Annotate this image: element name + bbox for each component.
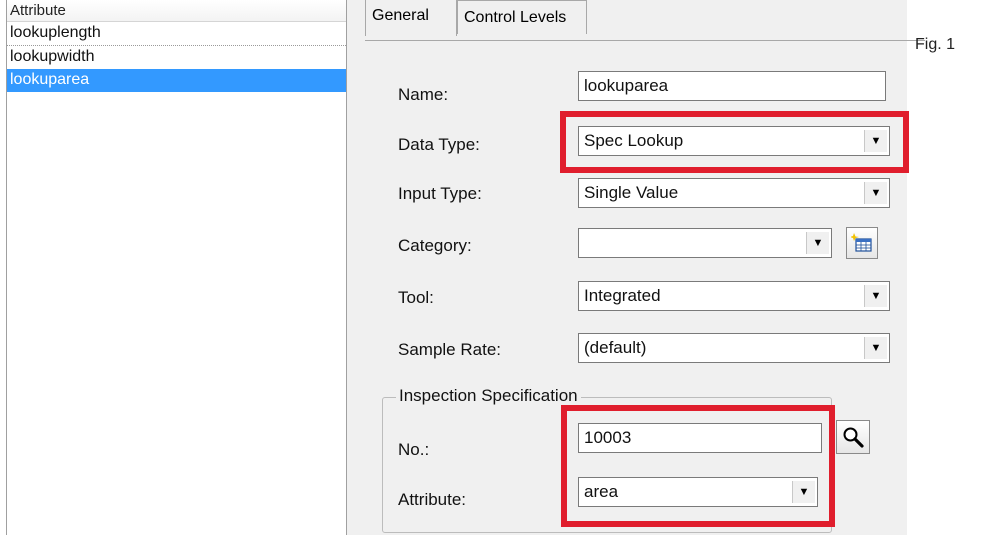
name-field[interactable]: lookuparea	[578, 71, 886, 101]
data-type-highlight	[560, 111, 909, 173]
chevron-down-icon[interactable]: ▼	[864, 182, 887, 204]
search-spec-button[interactable]	[836, 420, 870, 454]
input-type-select[interactable]: Single Value ▼	[578, 178, 890, 208]
list-item-lookupwidth[interactable]: lookupwidth	[7, 46, 346, 69]
new-category-button[interactable]	[846, 227, 878, 259]
spec-attribute-label: Attribute:	[398, 490, 467, 509]
new-table-icon	[851, 233, 872, 252]
category-select[interactable]: ▼	[578, 228, 832, 258]
search-icon	[843, 427, 864, 448]
data-type-label: Data Type:	[398, 135, 480, 154]
figure-label: Fig. 1	[915, 36, 956, 53]
inspection-specification-title: Inspection Specification	[396, 386, 581, 406]
input-type-value: Single Value	[584, 183, 679, 202]
category-label: Category:	[398, 236, 472, 255]
tool-select[interactable]: Integrated ▼	[578, 281, 890, 311]
spec-no-label: No.:	[398, 440, 430, 459]
sample-rate-label: Sample Rate:	[398, 340, 501, 359]
sample-rate-select[interactable]: (default) ▼	[578, 333, 890, 363]
tab-divider	[365, 40, 925, 41]
name-value: lookuparea	[584, 76, 669, 95]
tab-general[interactable]: General	[365, 0, 457, 36]
chevron-down-icon[interactable]: ▼	[864, 285, 887, 307]
tool-label: Tool:	[398, 288, 434, 307]
attribute-list: Attribute lookuplength lookupwidth looku…	[6, 0, 347, 535]
name-label: Name:	[398, 85, 449, 104]
tab-control-levels[interactable]: Control Levels	[457, 0, 587, 34]
input-type-label: Input Type:	[398, 184, 482, 203]
list-item-lookuparea[interactable]: lookuparea	[7, 69, 346, 92]
attribute-column-header[interactable]: Attribute	[7, 0, 346, 22]
chevron-down-icon[interactable]: ▼	[806, 232, 829, 254]
chevron-down-icon[interactable]: ▼	[864, 337, 887, 359]
spec-highlight	[561, 405, 835, 527]
list-item-lookuplength[interactable]: lookuplength	[7, 22, 346, 46]
sample-rate-value: (default)	[584, 338, 647, 357]
tool-value: Integrated	[584, 286, 661, 305]
